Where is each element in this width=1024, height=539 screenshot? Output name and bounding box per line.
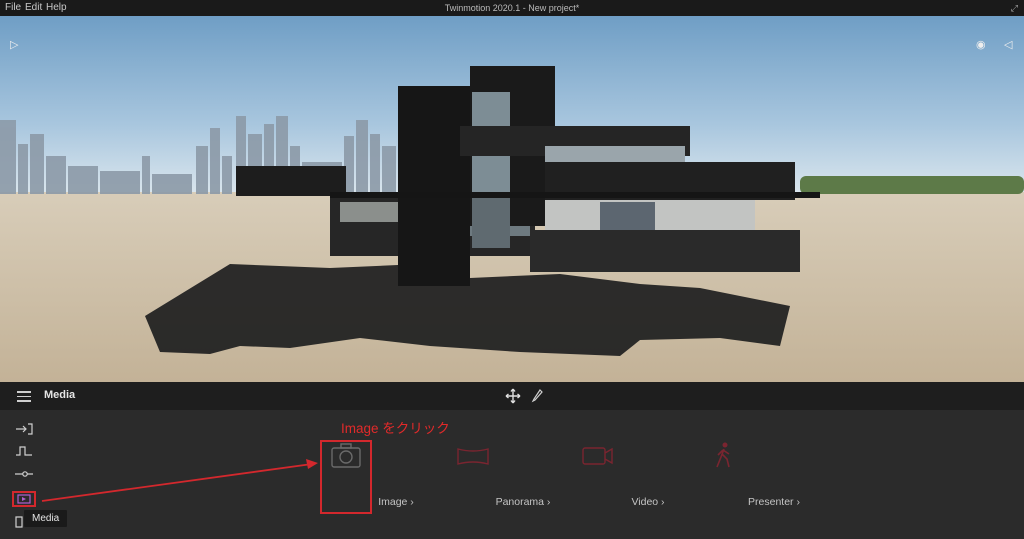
panorama-label: Panorama › [495, 496, 551, 508]
media-tooltip: Media [24, 510, 68, 527]
video-label: Video › [631, 496, 665, 508]
panorama-icon [457, 448, 489, 465]
eye-icon[interactable]: ◉ [976, 38, 986, 51]
scene-render [0, 16, 1024, 382]
move-icon[interactable] [505, 388, 521, 404]
media-item-video[interactable]: Video › [548, 440, 665, 508]
media-panel: Media Image › Panorama › Video › Present… [0, 382, 1024, 539]
title-bar: File Edit Help Twinmotion 2020.1 - New p… [0, 0, 1024, 16]
media-item-panorama[interactable]: Panorama › [423, 440, 550, 508]
presenter-label: Presenter › [748, 496, 800, 508]
presenter-walk-icon [716, 442, 730, 468]
play-icon[interactable]: ▷ [10, 38, 18, 51]
3d-viewport[interactable]: ▷ ◉ ◁ [0, 16, 1024, 382]
collapse-left-icon[interactable]: ◁ [1004, 38, 1012, 51]
pen-icon[interactable] [530, 388, 544, 404]
expand-icon[interactable]: ⤢ [1011, 0, 1018, 16]
window-title: Twinmotion 2020.1 - New project* [444, 3, 580, 13]
video-camera-icon [582, 447, 613, 465]
media-item-presenter[interactable]: Presenter › [674, 440, 800, 508]
